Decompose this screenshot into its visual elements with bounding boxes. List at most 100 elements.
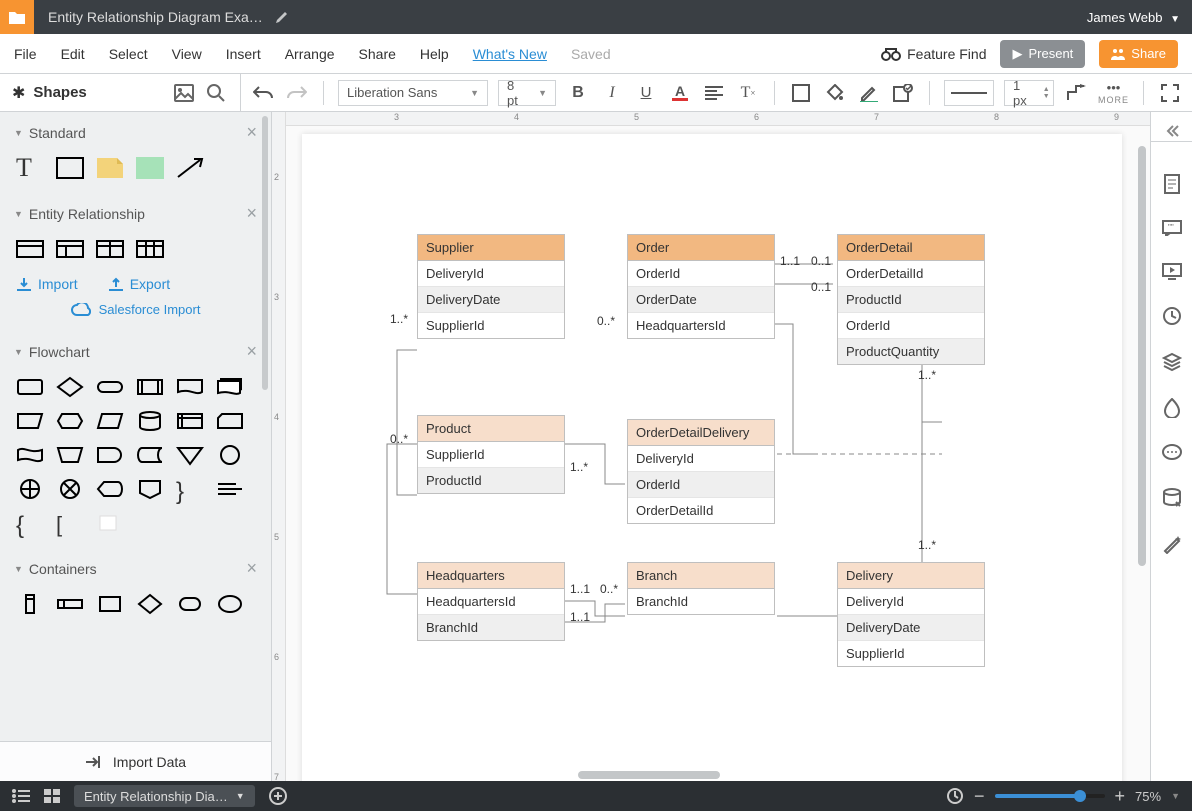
shape-rect[interactable] <box>56 157 84 179</box>
fc-stored[interactable] <box>136 444 164 466</box>
import-link[interactable]: Import <box>16 276 78 292</box>
user-menu[interactable]: James Webb ▼ <box>1087 10 1180 25</box>
cont-5[interactable] <box>176 593 204 615</box>
menu-share[interactable]: Share <box>359 46 396 62</box>
line-style-select[interactable] <box>944 80 994 106</box>
align-button[interactable] <box>702 81 726 105</box>
import-data-button[interactable]: Import Data <box>0 741 271 781</box>
menu-select[interactable]: Select <box>109 46 148 62</box>
entity-order[interactable]: Order OrderId OrderDate HeadquartersId <box>627 234 775 339</box>
fc-rect[interactable] <box>16 376 44 398</box>
image-icon[interactable] <box>172 81 196 105</box>
close-icon[interactable]: × <box>246 122 257 143</box>
zoom-value[interactable]: 75% <box>1135 789 1161 804</box>
clear-format-button[interactable]: T× <box>736 81 760 105</box>
sync-icon[interactable] <box>946 787 964 805</box>
menu-whats-new[interactable]: What's New <box>473 46 547 62</box>
fill-color-button[interactable] <box>823 81 847 105</box>
fc-connect[interactable] <box>216 444 244 466</box>
fc-manop[interactable] <box>56 444 84 466</box>
font-select[interactable]: Liberation Sans ▼ <box>338 80 488 106</box>
menu-edit[interactable]: Edit <box>61 46 85 62</box>
fc-diamond[interactable] <box>56 376 84 398</box>
fc-delay[interactable] <box>96 444 124 466</box>
shape-outline-button[interactable] <box>789 81 813 105</box>
fc-bracket[interactable]: [ <box>56 512 84 534</box>
menu-file[interactable]: File <box>14 46 37 62</box>
section-containers[interactable]: ▼Containers × <box>0 548 271 589</box>
cont-2[interactable] <box>56 593 84 615</box>
pencil-icon[interactable] <box>275 10 289 24</box>
menu-help[interactable]: Help <box>420 46 449 62</box>
shape-text[interactable]: T <box>16 157 44 179</box>
entity-headquarters[interactable]: Headquarters HeadquartersId BranchId <box>417 562 565 641</box>
salesforce-import-link[interactable]: Salesforce Import <box>0 296 271 331</box>
footer-grid-icon[interactable] <box>44 789 60 803</box>
line-shape-button[interactable] <box>1064 81 1088 105</box>
fc-doc[interactable] <box>176 376 204 398</box>
section-er[interactable]: ▼Entity Relationship × <box>0 193 271 234</box>
dock-theme-icon[interactable] <box>1163 398 1181 418</box>
dock-magic-icon[interactable] <box>1162 534 1182 554</box>
bold-button[interactable]: B <box>566 81 590 105</box>
menu-view[interactable]: View <box>172 46 202 62</box>
feature-find[interactable]: Feature Find <box>881 46 986 62</box>
page-tab[interactable]: Entity Relationship Dia… ▼ <box>74 785 255 807</box>
footer-list-icon[interactable] <box>12 789 30 803</box>
add-page-button[interactable] <box>269 787 287 805</box>
share-button[interactable]: Share <box>1099 40 1178 68</box>
dock-history-icon[interactable] <box>1162 306 1182 326</box>
underline-button[interactable]: U <box>634 81 658 105</box>
fc-merge[interactable] <box>176 444 204 466</box>
entity-orderdetail[interactable]: OrderDetail OrderDetailId ProductId Orde… <box>837 234 985 365</box>
text-color-button[interactable]: A <box>668 81 692 105</box>
canvas-scroll-h[interactable] <box>302 771 1090 779</box>
dock-chat-icon[interactable] <box>1162 444 1182 462</box>
border-color-button[interactable] <box>857 81 881 105</box>
fc-para[interactable] <box>96 410 124 432</box>
cont-3[interactable] <box>96 593 124 615</box>
fontsize-select[interactable]: 8 pt ▼ <box>498 80 556 106</box>
folder-icon[interactable] <box>0 0 34 34</box>
fc-terminator[interactable] <box>96 376 124 398</box>
search-icon[interactable] <box>204 81 228 105</box>
more-button[interactable]: ••• <box>1102 80 1126 94</box>
entity-delivery[interactable]: Delivery DeliveryId DeliveryDate Supplie… <box>837 562 985 667</box>
canvas-scroll-v[interactable] <box>1138 134 1146 734</box>
close-icon[interactable]: × <box>246 203 257 224</box>
dock-data-icon[interactable] <box>1162 488 1182 508</box>
fc-hex[interactable] <box>56 410 84 432</box>
export-link[interactable]: Export <box>108 276 170 292</box>
dock-present-icon[interactable] <box>1162 262 1182 280</box>
entity-supplier[interactable]: Supplier DeliveryId DeliveryDate Supplie… <box>417 234 565 339</box>
fc-offpage[interactable] <box>136 478 164 500</box>
zoom-out-button[interactable]: − <box>974 786 985 807</box>
zoom-slider[interactable] <box>995 794 1105 798</box>
fullscreen-button[interactable] <box>1158 81 1182 105</box>
entity-product[interactable]: Product SupplierId ProductId <box>417 415 565 494</box>
menu-insert[interactable]: Insert <box>226 46 261 62</box>
cont-1[interactable] <box>16 593 44 615</box>
canvas[interactable]: 3 4 5 6 7 8 9 2 3 4 5 6 7 <box>272 112 1150 781</box>
dock-comment-icon[interactable]: "" <box>1162 220 1182 236</box>
fc-manual[interactable] <box>16 410 44 432</box>
menu-arrange[interactable]: Arrange <box>285 46 335 62</box>
er-shape-2[interactable] <box>56 238 84 260</box>
section-flowchart[interactable]: ▼Flowchart × <box>0 331 271 372</box>
shape-note[interactable] <box>96 157 124 179</box>
fc-swatch[interactable] <box>96 512 124 534</box>
close-icon[interactable]: × <box>246 558 257 579</box>
panel-scrollbar[interactable] <box>262 116 268 739</box>
section-standard[interactable]: ▼Standard × <box>0 112 271 153</box>
dock-page-icon[interactable] <box>1163 174 1181 194</box>
close-icon[interactable]: × <box>246 341 257 362</box>
shape-arrow[interactable] <box>176 157 204 179</box>
entity-oddelivery[interactable]: OrderDetailDelivery DeliveryId OrderId O… <box>627 419 775 524</box>
entity-branch[interactable]: Branch BranchId <box>627 562 775 615</box>
fc-cylinder[interactable] <box>136 410 164 432</box>
fc-intstore[interactable] <box>176 410 204 432</box>
fc-predef[interactable] <box>136 376 164 398</box>
er-shape-3[interactable] <box>96 238 124 260</box>
line-width-select[interactable]: 1 px ▲▼ <box>1004 80 1054 106</box>
present-button[interactable]: ▶ Present <box>1000 40 1085 68</box>
